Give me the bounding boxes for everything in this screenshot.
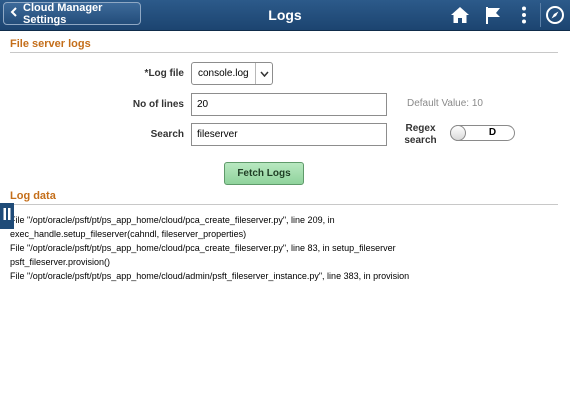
regex-search-toggle[interactable]: D bbox=[450, 125, 515, 141]
log-file-value: console.log bbox=[198, 68, 249, 79]
log-line: exec_handle.setup_fileserver(cahndl, fil… bbox=[10, 229, 247, 239]
search-input[interactable]: fileserver bbox=[191, 123, 387, 146]
section-divider bbox=[10, 52, 558, 53]
log-line: File "/opt/oracle/psft/pt/ps_app_home/cl… bbox=[10, 215, 335, 225]
side-panel-tab[interactable] bbox=[0, 203, 14, 229]
search-label: Search bbox=[150, 129, 184, 140]
regex-search-label: Regex search bbox=[400, 123, 441, 147]
navbar-icon[interactable] bbox=[545, 5, 565, 30]
flag-icon[interactable] bbox=[483, 5, 503, 30]
chevron-down-icon bbox=[255, 63, 272, 84]
home-icon[interactable] bbox=[450, 5, 470, 30]
no-of-lines-input[interactable]: 20 bbox=[191, 93, 387, 116]
more-icon[interactable] bbox=[514, 5, 534, 30]
log-line: File "/opt/oracle/psft/pt/ps_app_home/cl… bbox=[10, 271, 410, 281]
log-file-select[interactable]: console.log bbox=[191, 62, 273, 85]
no-of-lines-label: No of lines bbox=[132, 99, 184, 110]
log-line: psft_fileserver.provision() bbox=[10, 257, 111, 267]
log-line: File "/opt/oracle/psft/pt/ps_app_home/cl… bbox=[10, 243, 396, 253]
default-value-hint: Default Value: 10 bbox=[407, 98, 483, 109]
toggle-knob[interactable] bbox=[450, 125, 466, 141]
header-bar: Cloud Manager Settings Logs bbox=[0, 0, 570, 31]
log-data-title: Log data bbox=[10, 190, 56, 202]
regex-toggle-value: D bbox=[488, 127, 497, 138]
regex-search-label-line2: search bbox=[404, 135, 437, 146]
back-button-label: Cloud Manager Settings bbox=[23, 1, 103, 26]
fetch-logs-button[interactable]: Fetch Logs bbox=[224, 162, 304, 185]
log-file-label: *Log file bbox=[144, 68, 184, 79]
chevron-left-icon bbox=[10, 7, 17, 20]
file-server-logs-title: File server logs bbox=[10, 38, 91, 50]
regex-search-label-line1: Regex bbox=[405, 123, 436, 134]
header-divider bbox=[540, 3, 541, 27]
back-button[interactable]: Cloud Manager Settings bbox=[3, 1, 141, 26]
log-data-output: File "/opt/oracle/psft/pt/ps_app_home/cl… bbox=[10, 213, 558, 283]
pause-icon bbox=[3, 207, 11, 225]
section-divider bbox=[10, 204, 558, 205]
